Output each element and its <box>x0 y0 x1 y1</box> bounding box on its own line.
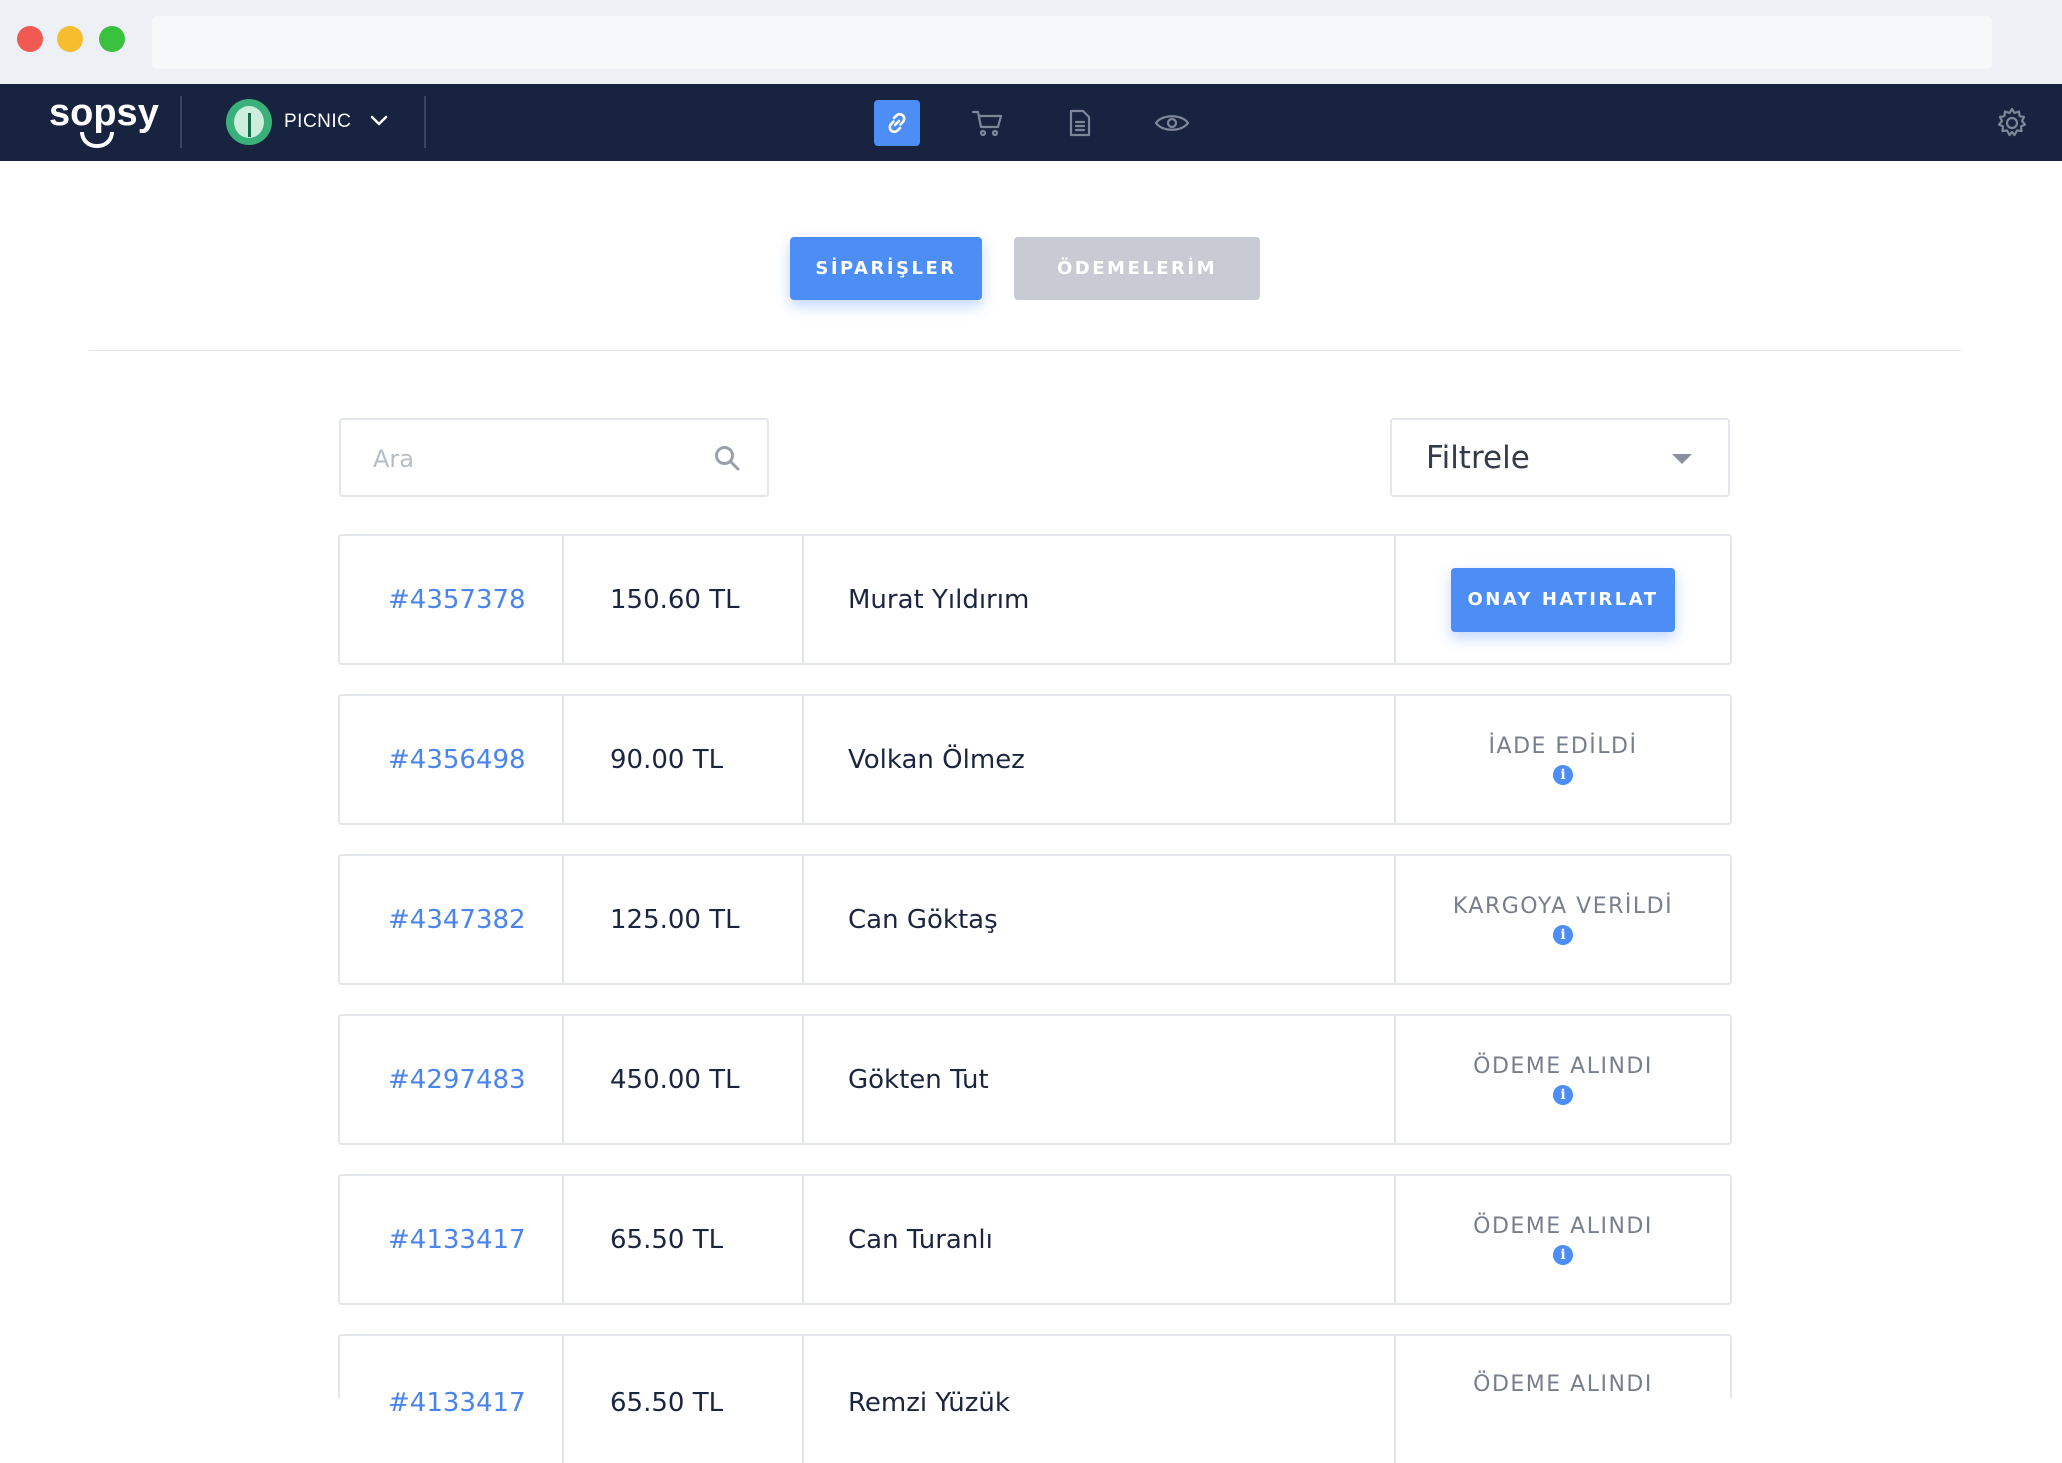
status-label: ÖDEME ALINDI <box>1473 1372 1653 1397</box>
window-minimize-button[interactable] <box>57 26 83 52</box>
nav-preview-button[interactable] <box>1149 100 1195 146</box>
order-amount: 65.50 TL <box>564 1336 804 1463</box>
order-amount: 450.00 TL <box>564 1016 804 1143</box>
nav-links-button[interactable] <box>874 100 920 146</box>
status-label: ÖDEME ALINDI <box>1473 1214 1653 1239</box>
tree-trunk <box>248 113 251 137</box>
top-navbar: sopsy PICNIC <box>0 84 2062 161</box>
customer-name: Can Göktaş <box>804 856 1396 983</box>
tab-orders[interactable]: SİPARİŞLER <box>790 237 982 300</box>
table-row[interactable]: #4357378 150.60 TL Murat Yıldırım ONAY H… <box>338 534 1732 665</box>
search-icon[interactable] <box>713 444 741 472</box>
order-id-link[interactable]: #4133417 <box>340 1336 564 1463</box>
search-input[interactable] <box>371 420 695 497</box>
order-status-cell: ÖDEME ALINDI i <box>1396 1176 1730 1303</box>
status-label: ÖDEME ALINDI <box>1473 1054 1653 1079</box>
table-row[interactable]: #4297483 450.00 TL Gökten Tut ÖDEME ALIN… <box>338 1014 1732 1145</box>
order-status-cell: ONAY HATIRLAT <box>1396 536 1730 663</box>
customer-name: Can Turanlı <box>804 1176 1396 1303</box>
table-row[interactable]: #4347382 125.00 TL Can Göktaş KARGOYA VE… <box>338 854 1732 985</box>
eye-icon <box>1154 115 1190 131</box>
table-row[interactable]: #4133417 65.50 TL Remzi Yüzük ÖDEME ALIN… <box>338 1334 1732 1463</box>
status-label: İADE EDİLDİ <box>1488 734 1638 759</box>
order-id-link[interactable]: #4347382 <box>340 856 564 983</box>
filter-dropdown[interactable]: Filtrele <box>1390 418 1730 497</box>
info-icon[interactable]: i <box>1553 925 1573 945</box>
order-status-cell: ÖDEME ALINDI <box>1396 1336 1730 1463</box>
nav-separator <box>424 96 426 148</box>
order-status-cell: KARGOYA VERİLDİ i <box>1396 856 1730 983</box>
app-logo[interactable]: sopsy <box>49 94 159 132</box>
customer-name: Volkan Ölmez <box>804 696 1396 823</box>
table-row[interactable]: #4133417 65.50 TL Can Turanlı ÖDEME ALIN… <box>338 1174 1732 1305</box>
store-name[interactable]: PICNIC <box>284 111 351 133</box>
order-amount: 90.00 TL <box>564 696 804 823</box>
document-icon <box>1069 109 1091 137</box>
gear-icon[interactable] <box>1995 106 2029 140</box>
order-status-cell: İADE EDİLDİ i <box>1396 696 1730 823</box>
order-amount: 65.50 TL <box>564 1176 804 1303</box>
info-icon[interactable]: i <box>1553 765 1573 785</box>
order-amount: 125.00 TL <box>564 856 804 983</box>
nav-documents-button[interactable] <box>1057 100 1103 146</box>
search-box <box>339 418 769 497</box>
order-amount: 150.60 TL <box>564 536 804 663</box>
logo-smile-mark <box>80 132 114 148</box>
filter-label: Filtrele <box>1426 440 1530 476</box>
status-label: KARGOYA VERİLDİ <box>1452 894 1674 919</box>
window-close-button[interactable] <box>17 26 43 52</box>
customer-name: Murat Yıldırım <box>804 536 1396 663</box>
customer-name: Remzi Yüzük <box>804 1336 1396 1463</box>
order-id-link[interactable]: #4357378 <box>340 536 564 663</box>
store-avatar[interactable] <box>226 99 272 145</box>
browser-chrome <box>0 0 2062 84</box>
info-icon[interactable]: i <box>1553 1245 1573 1265</box>
nav-separator <box>180 96 182 148</box>
link-icon <box>888 112 906 134</box>
caret-down-icon <box>1672 454 1692 464</box>
nav-cart-button[interactable] <box>965 100 1011 146</box>
address-bar[interactable] <box>152 16 1992 69</box>
tab-payments[interactable]: ÖDEMELERİM <box>1014 237 1260 300</box>
table-row[interactable]: #4356498 90.00 TL Volkan Ölmez İADE EDİL… <box>338 694 1732 825</box>
cart-icon <box>971 110 1003 137</box>
remind-approval-button[interactable]: ONAY HATIRLAT <box>1451 567 1675 632</box>
order-id-link[interactable]: #4133417 <box>340 1176 564 1303</box>
section-divider <box>89 350 1961 351</box>
order-id-link[interactable]: #4297483 <box>340 1016 564 1143</box>
window-maximize-button[interactable] <box>99 26 125 52</box>
order-status-cell: ÖDEME ALINDI i <box>1396 1016 1730 1143</box>
order-id-link[interactable]: #4356498 <box>340 696 564 823</box>
customer-name: Gökten Tut <box>804 1016 1396 1143</box>
info-icon[interactable]: i <box>1553 1085 1573 1105</box>
chevron-down-icon[interactable] <box>368 110 390 132</box>
